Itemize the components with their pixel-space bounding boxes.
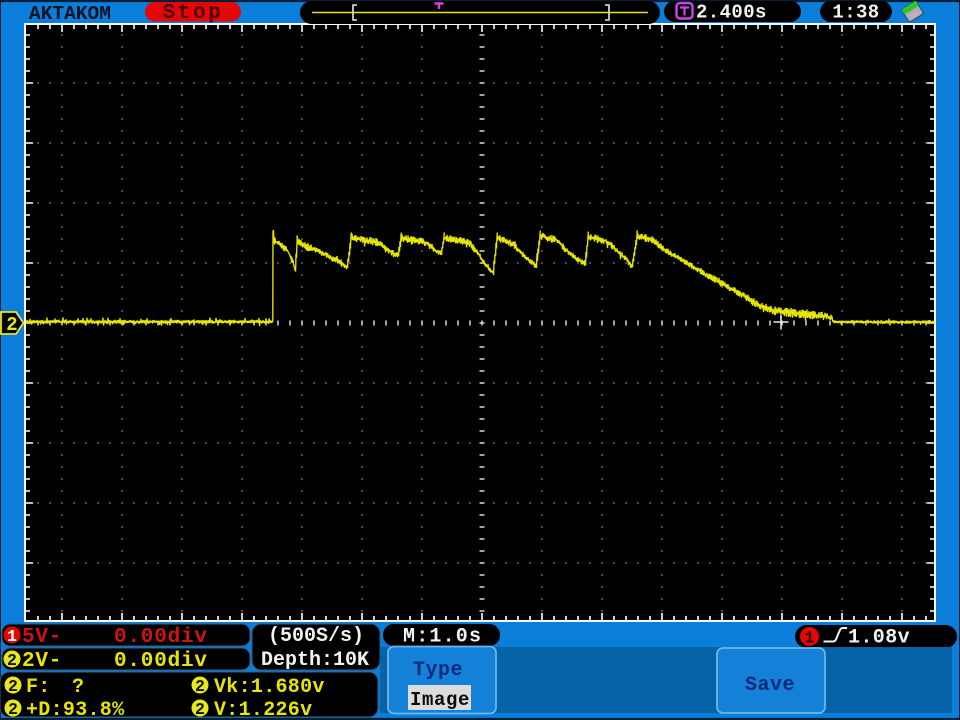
svg-text:2.400s: 2.400s [696, 2, 767, 24]
svg-text:M:1.0s: M:1.0s [403, 626, 482, 649]
svg-text:+D:93.8%: +D:93.8% [26, 699, 125, 720]
svg-text:AKTAKOM: AKTAKOM [29, 3, 111, 25]
svg-text:1:38: 1:38 [832, 2, 879, 24]
svg-text:2: 2 [195, 700, 205, 719]
svg-text:0.00div: 0.00div [114, 626, 208, 649]
svg-text:2: 2 [6, 314, 17, 336]
svg-text:Image: Image [410, 689, 470, 711]
svg-text:2: 2 [8, 700, 18, 719]
svg-text:5V-: 5V- [22, 626, 62, 649]
svg-text:Type: Type [413, 659, 463, 682]
svg-text:(500S/s): (500S/s) [268, 625, 364, 648]
svg-text:F:: F: [26, 676, 51, 699]
svg-text:Vk:1.680v: Vk:1.680v [214, 676, 325, 699]
svg-text:Stop: Stop [163, 2, 224, 25]
svg-text:1: 1 [805, 629, 815, 648]
svg-text:2: 2 [195, 677, 205, 696]
svg-text:Save: Save [745, 674, 795, 697]
svg-text:1.08v: 1.08v [848, 627, 910, 650]
svg-text:2V-: 2V- [22, 650, 62, 673]
svg-text:1: 1 [7, 627, 17, 646]
svg-text:2: 2 [7, 651, 17, 670]
svg-text:Depth:10K: Depth:10K [261, 649, 369, 672]
svg-text:2: 2 [8, 677, 18, 696]
svg-text:?: ? [72, 676, 84, 699]
svg-text:V:1.226v: V:1.226v [214, 699, 312, 720]
svg-text:0.00div: 0.00div [114, 650, 208, 673]
